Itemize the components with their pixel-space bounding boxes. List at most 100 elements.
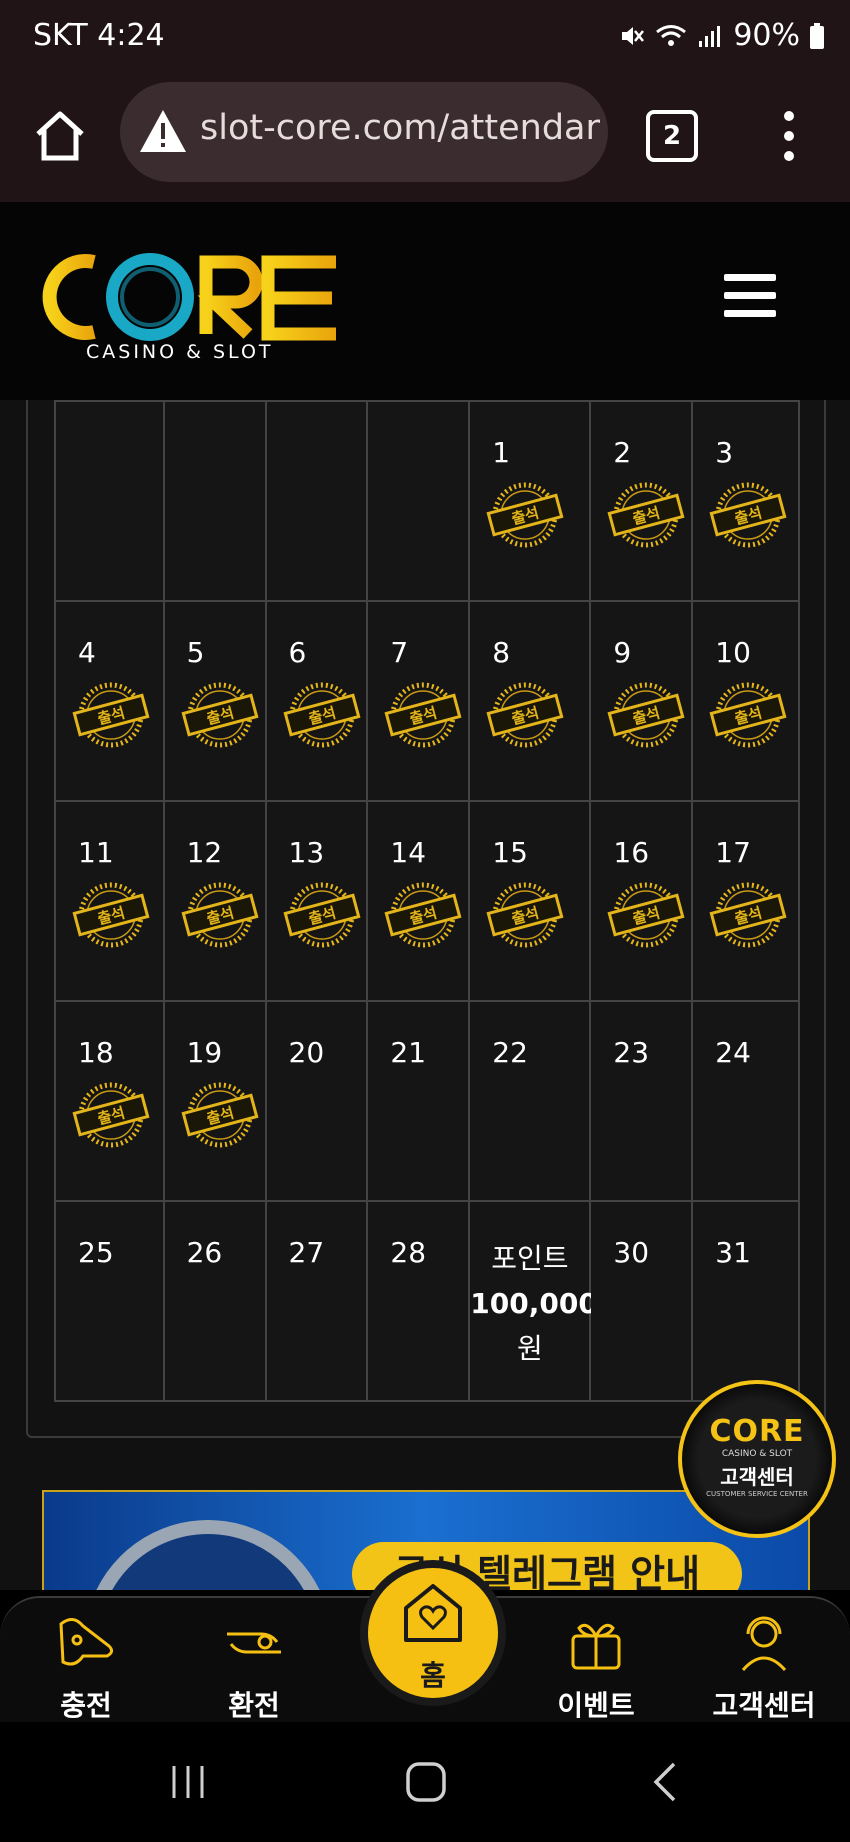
attendance-stamp-icon: 출석	[486, 482, 564, 548]
attendance-stamp-icon: 출석	[72, 682, 150, 748]
battery-icon	[810, 22, 824, 49]
calendar-day-29: 포인트 100,000 원	[468, 1200, 598, 1402]
attendance-stamp-icon: 출석	[72, 882, 150, 948]
calendar-day-empty	[54, 400, 165, 602]
calendar-day-16: 16 출석	[589, 800, 694, 1002]
calendar-day-3: 3 출석	[691, 400, 800, 602]
calendar-day-empty	[162, 400, 267, 602]
attendance-stamp-icon: 출석	[181, 682, 259, 748]
reward-line: 포인트	[491, 1242, 569, 1275]
day-number: 13	[288, 836, 325, 869]
calendar-week-row: 18 출석 19 출석 20 21 22 23 24	[54, 1000, 800, 1202]
calendar-day-28: 28	[366, 1200, 471, 1402]
home-icon[interactable]	[32, 108, 88, 164]
banner-lens-graphic	[84, 1520, 332, 1590]
hamburger-menu-icon[interactable]	[724, 274, 776, 318]
day-number: 26	[186, 1236, 223, 1269]
core-logo[interactable]: CASINO & SLOT	[36, 240, 346, 364]
system-nav-bar	[0, 1722, 850, 1842]
back-icon[interactable]	[650, 1760, 680, 1804]
calendar-day-12: 12 출석	[162, 800, 267, 1002]
day-number: 23	[613, 1036, 650, 1069]
day-number: 11	[78, 836, 114, 869]
nav-event[interactable]: 이벤트	[536, 1612, 656, 1724]
calendar-day-19: 19 출석	[162, 1000, 267, 1202]
day-number: 3	[715, 436, 734, 469]
calendar-day-30: 30	[589, 1200, 694, 1402]
day-number: 2	[613, 436, 632, 469]
attendance-stamp-icon: 출석	[709, 882, 787, 948]
reward-line: 100,000	[470, 1287, 598, 1320]
day-number: 19	[186, 1036, 223, 1069]
exchange-icon	[227, 1632, 281, 1654]
calendar-day-22: 22	[468, 1000, 592, 1202]
nav-home-button[interactable]: 홈	[360, 1560, 506, 1706]
more-menu-icon[interactable]	[774, 106, 804, 166]
attendance-stamp-icon: 출석	[607, 882, 685, 948]
url-text[interactable]: slot-core.com/attendance	[200, 108, 600, 148]
calendar-day-2: 2 출석	[589, 400, 694, 602]
day-number: 18	[78, 1036, 114, 1069]
cs-en: CUSTOMER SERVICE CENTER	[706, 1490, 808, 1498]
day-number: 25	[78, 1236, 114, 1269]
day-number: 15	[492, 836, 528, 869]
logo-subtitle: CASINO & SLOT	[86, 341, 274, 363]
status-bar: SKT 4:24 90%	[0, 0, 850, 78]
calendar-day-25: 25	[54, 1200, 165, 1402]
reward-label: 포인트 100,000 원	[470, 1236, 598, 1371]
calendar-day-7: 7 출석	[366, 600, 471, 802]
day-number: 16	[613, 836, 650, 869]
battery-percent: 90%	[733, 18, 800, 53]
mute-icon	[622, 26, 645, 45]
day-number: 24	[715, 1036, 751, 1069]
day-number: 30	[613, 1236, 650, 1269]
day-number: 5	[186, 636, 205, 669]
attendance-stamp-icon: 출석	[72, 1082, 150, 1148]
calendar-week-row: 11 출석 12 출석 13 출석 14 출석 15 출석 16 출석 17 출석	[54, 800, 800, 1002]
attendance-stamp-icon: 출석	[486, 882, 564, 948]
status-time: SKT 4:24	[33, 18, 165, 53]
calendar-day-31: 31	[691, 1200, 800, 1402]
status-icons: 90%	[619, 18, 824, 53]
calendar-day-27: 27	[264, 1200, 369, 1402]
attendance-stamp-icon: 출석	[607, 682, 685, 748]
tab-switcher-button[interactable]: 2	[646, 110, 698, 162]
calendar-day-6: 6 출석	[264, 600, 369, 802]
calendar-day-11: 11 출석	[54, 800, 165, 1002]
address-bar[interactable]: slot-core.com/attendance	[120, 82, 608, 182]
calendar-day-18: 18 출석	[54, 1000, 165, 1202]
calendar-day-1: 1 출석	[468, 400, 592, 602]
attendance-stamp-icon: 출석	[709, 682, 787, 748]
wifi-icon	[656, 24, 687, 46]
home-nav-icon[interactable]	[404, 1760, 448, 1804]
day-number: 20	[288, 1036, 325, 1069]
warning-icon[interactable]	[138, 108, 188, 154]
attendance-stamp-icon: 출석	[607, 482, 685, 548]
calendar-day-5: 5 출석	[162, 600, 267, 802]
recents-icon[interactable]	[168, 1762, 208, 1802]
cs-logo: CORE	[709, 1414, 805, 1449]
nav-exchange[interactable]: 환전	[194, 1612, 314, 1724]
nav-support[interactable]: 고객센터	[704, 1612, 824, 1724]
day-number: 7	[390, 636, 409, 669]
calendar-day-4: 4 출석	[54, 600, 165, 802]
calendar-day-15: 15 출석	[468, 800, 592, 1002]
headset-icon	[741, 1616, 787, 1672]
attendance-stamp-icon: 출석	[384, 682, 462, 748]
day-number: 1	[492, 436, 511, 469]
day-number: 12	[186, 836, 223, 869]
calendar-week-row: 1 출석 2 출석 3 출석	[54, 400, 800, 602]
reward-line: 원	[516, 1332, 543, 1365]
calendar-day-26: 26	[162, 1200, 267, 1402]
day-number: 28	[390, 1236, 427, 1269]
day-number: 10	[715, 636, 751, 669]
customer-service-float-button[interactable]: CORE CASINO & SLOT 고객센터 CUSTOMER SERVICE…	[678, 1380, 836, 1538]
calendar-day-14: 14 출석	[366, 800, 471, 1002]
attendance-stamp-icon: 출석	[181, 882, 259, 948]
calendar-day-23: 23	[589, 1000, 694, 1202]
nav-charge[interactable]: 충전	[26, 1612, 146, 1724]
day-number: 8	[492, 636, 511, 669]
calendar-day-9: 9 출석	[589, 600, 694, 802]
day-number: 17	[715, 836, 751, 869]
calendar-week-row: 25 26 27 28 포인트 100,000 원 30 31	[54, 1200, 800, 1402]
